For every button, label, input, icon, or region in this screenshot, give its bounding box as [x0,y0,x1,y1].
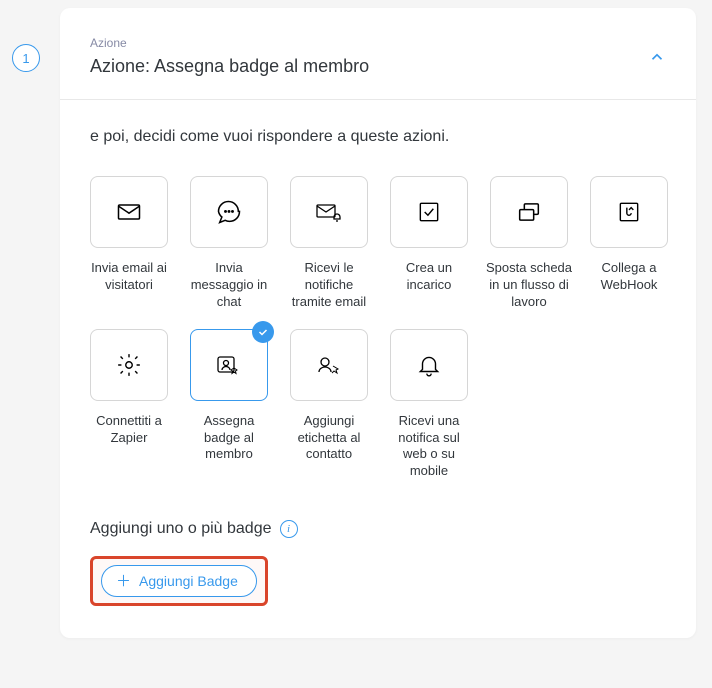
envelope-bell-icon [314,198,344,226]
bell-icon [416,352,442,378]
option-webhook[interactable]: Collega a WebHook [590,176,668,311]
step-number-badge: 1 [12,44,40,72]
option-zapier[interactable]: Connettiti a Zapier [90,329,168,481]
header-title: Azione: Assegna badge al membro [90,56,369,77]
highlight-box: ＋ Aggiungi Badge [90,556,268,606]
tile-email-visitors[interactable] [90,176,168,248]
cards-icon [515,198,543,226]
plus-icon: ＋ [116,574,131,589]
check-icon [252,321,274,343]
add-badge-button[interactable]: ＋ Aggiungi Badge [101,565,257,597]
option-label: Invia email ai visitatori [86,260,172,294]
option-label: Invia messaggio in chat [186,260,272,311]
info-icon[interactable]: i [280,520,298,538]
add-badge-label: Aggiungi Badge [139,573,238,589]
option-label: Ricevi una notifica sul web o su mobile [386,413,472,481]
option-label: Ricevi le notifiche tramite email [286,260,372,311]
option-label: Collega a WebHook [586,260,672,294]
option-label: Crea un incarico [386,260,472,294]
option-move-workflow[interactable]: Sposta scheda in un flusso di lavoro [490,176,568,311]
tile-move-workflow[interactable] [490,176,568,248]
option-create-task[interactable]: Crea un incarico [390,176,468,311]
tile-zapier[interactable] [90,329,168,401]
option-email-visitors[interactable]: Invia email ai visitatori [90,176,168,311]
option-assign-badge[interactable]: Assegna badge al membro [190,329,268,481]
intro-text: e poi, decidi come vuoi rispondere a que… [90,128,666,146]
tile-webhook[interactable] [590,176,668,248]
tile-create-task[interactable] [390,176,468,248]
chevron-up-icon[interactable] [648,48,666,66]
step-number-text: 1 [22,51,29,66]
option-add-label[interactable]: Aggiungi etichetta al contatto [290,329,368,481]
envelope-icon [115,198,143,226]
webhook-icon [616,199,642,225]
tile-email-notify[interactable] [290,176,368,248]
gear-icon [116,352,142,378]
chat-icon [215,198,243,226]
action-card: Azione Azione: Assegna badge al membro e… [60,8,696,638]
option-label: Aggiungi etichetta al contatto [286,413,372,464]
tile-assign-badge[interactable] [190,329,268,401]
header-overline: Azione [90,36,369,50]
card-header[interactable]: Azione Azione: Assegna badge al membro [60,8,696,100]
subtitle-text: Aggiungi uno o più badge [90,520,272,538]
option-label: Sposta scheda in un flusso di lavoro [486,260,572,311]
checkbox-icon [416,199,442,225]
tile-web-mobile-notify[interactable] [390,329,468,401]
option-email-notify[interactable]: Ricevi le notifiche tramite email [290,176,368,311]
option-chat-message[interactable]: Invia messaggio in chat [190,176,268,311]
option-label: Connettiti a Zapier [86,413,172,447]
tile-chat-message[interactable] [190,176,268,248]
option-label: Assegna badge al membro [186,413,272,464]
tag-contact-icon [314,351,344,379]
tile-add-label[interactable] [290,329,368,401]
option-web-mobile-notify[interactable]: Ricevi una notifica sul web o su mobile [390,329,468,481]
options-grid: Invia email ai visitatori Invia messaggi… [90,176,666,480]
badge-icon [214,351,244,379]
